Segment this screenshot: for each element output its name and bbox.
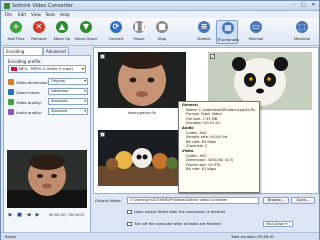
app-window: Sothink Video Converter – □ ✕ File Edit … — [0, 0, 320, 240]
status-bar: Ready Total duration: 00:06:41 — [1, 232, 319, 240]
menu-file[interactable]: File — [5, 12, 12, 17]
close-icon[interactable]: ✕ — [309, 2, 318, 9]
preview-frame — [7, 150, 87, 208]
pause-icon: ❚❚ — [133, 21, 147, 33]
file-checkbox[interactable]: ✓ — [210, 54, 215, 59]
minimal-button[interactable]: ▭ Minimal — [245, 20, 267, 44]
settings-tabs: Encoding Settings Advanced — [3, 47, 91, 62]
status-text: Ready — [5, 235, 17, 239]
step-back-icon[interactable]: ◀ — [25, 212, 32, 219]
encoding-panel: Encoding profile: MP4 - MPEG-4 Video (*.… — [3, 55, 91, 238]
checkbox-box[interactable] — [127, 209, 132, 214]
output-section: Output folder: C:\Users\yjm\SOTHINK\IP\V… — [93, 195, 319, 231]
output-folder-label: Output folder: — [95, 198, 122, 203]
maximal-icon: ⬚ — [296, 21, 308, 33]
video-quality-row: Video quality: Standard ▾ — [8, 98, 88, 106]
video-dimension-row: Video dimension: Original ▾ — [8, 78, 88, 86]
output-folder-input[interactable]: C:\Users\yjm\SOTHINK\IP\Videos\Sothink V… — [127, 197, 259, 204]
zoom-mode-row: Zoom mode: Letterbox ▾ — [8, 88, 88, 96]
menu-view[interactable]: View — [31, 12, 41, 17]
app-icon — [4, 3, 10, 9]
remove-button[interactable]: ✕ Remove — [28, 20, 50, 44]
file-thumbnail[interactable]: ✓ — [98, 52, 186, 108]
stop-icon[interactable]: ■ — [16, 212, 23, 219]
video-preview — [7, 150, 87, 208]
player-time: 00:00:00 / 00:00:51 — [49, 213, 85, 217]
menu-bar: File Edit View Tools Help — [1, 11, 319, 18]
shutdown-checkbox[interactable]: Turn off the computer after all tasks ar… — [127, 221, 277, 227]
checkbox-box[interactable] — [127, 221, 132, 226]
dimension-icon — [8, 79, 14, 85]
toolbar: + Add Files ✕ Remove ▲ Move Up ▼ Move Do… — [1, 18, 319, 46]
file-checkbox[interactable]: ✓ — [100, 54, 105, 59]
file-name-label: dannyparks.flv — [127, 110, 157, 115]
file-thumbnail[interactable]: ✓ — [98, 130, 186, 186]
audio-quality-icon — [8, 109, 14, 115]
maximal-button[interactable]: ⬚ Maximal — [291, 20, 313, 44]
details-button[interactable]: ≡ Details — [193, 20, 215, 44]
tab-advanced[interactable]: Advanced — [43, 47, 69, 55]
move-up-button[interactable]: ▲ Move Up — [51, 20, 73, 44]
menu-tools[interactable]: Tools — [45, 12, 55, 17]
video-quality-icon — [8, 99, 14, 105]
profile-select[interactable]: MP4 - MPEG-4 Video (*.mp4) ▾ — [8, 65, 86, 73]
thumbnail-image — [98, 52, 186, 108]
file-thumbnail-area: ✓ dannyparks.flv ✓ ✓ General Name: C:\vi… — [93, 47, 319, 194]
thumbnails-icon: ▦ — [222, 22, 234, 34]
menu-help[interactable]: Help — [60, 12, 70, 17]
open-folder-button[interactable]: Open... — [291, 197, 315, 204]
minimize-icon[interactable]: – — [289, 2, 298, 9]
zoom-mode-select[interactable]: Letterbox ▾ — [48, 88, 88, 95]
thumbnails-button[interactable]: ▦ Thumbnails — [216, 20, 239, 44]
step-forward-icon[interactable]: ▶ — [34, 212, 41, 219]
open-folder-checkbox[interactable]: Open output folder after the conversion … — [127, 209, 277, 215]
add-icon: + — [10, 21, 22, 33]
tab-encoding-settings[interactable]: Encoding Settings — [3, 47, 43, 62]
video-dimension-select[interactable]: Original ▾ — [48, 78, 88, 85]
chevron-down-icon: ▾ — [81, 66, 84, 71]
video-quality-select[interactable]: Standard ▾ — [48, 98, 88, 105]
shutdown-select[interactable]: Shut Down ▾ — [263, 221, 293, 227]
audio-quality-row: Audio quality: Standard ▾ — [8, 108, 88, 116]
menu-edit[interactable]: Edit — [18, 12, 26, 17]
minimal-icon: ▭ — [250, 21, 262, 33]
add-files-button[interactable]: + Add Files — [5, 20, 27, 44]
play-icon[interactable]: ▶ — [7, 212, 14, 219]
audio-quality-select[interactable]: Standard ▾ — [48, 108, 88, 115]
profile-label: Encoding profile: — [8, 59, 42, 64]
stop-button[interactable]: ■ Stop — [151, 20, 173, 44]
window-title: Sothink Video Converter — [12, 3, 73, 9]
arrow-down-icon: ▼ — [80, 21, 92, 33]
thumbnail-image — [98, 130, 186, 186]
title-bar: Sothink Video Converter – □ ✕ — [1, 1, 319, 11]
browse-button[interactable]: Browse... — [263, 197, 289, 204]
convert-button[interactable]: ⟳ Convert — [105, 20, 127, 44]
file-checkbox[interactable]: ✓ — [100, 132, 105, 137]
move-down-button[interactable]: ▼ Move Down — [75, 20, 97, 44]
mp4-icon — [11, 67, 17, 71]
details-icon: ≡ — [198, 21, 210, 33]
pause-button[interactable]: ❚❚ Pause — [128, 20, 150, 44]
maximize-icon[interactable]: □ — [299, 2, 308, 9]
total-duration: Total duration: 00:06:41 — [231, 235, 275, 239]
remove-icon: ✕ — [33, 21, 45, 33]
stop-icon: ■ — [156, 21, 168, 33]
zoom-icon — [8, 89, 14, 95]
file-info-tooltip: General Name: C:\video\test\flv\dannypar… — [178, 101, 260, 193]
convert-icon: ⟳ — [110, 21, 122, 33]
player-controls: ▶ ■ ◀ ▶ 00:00:00 / 00:00:51 — [7, 211, 89, 221]
arrow-up-icon: ▲ — [56, 21, 68, 33]
